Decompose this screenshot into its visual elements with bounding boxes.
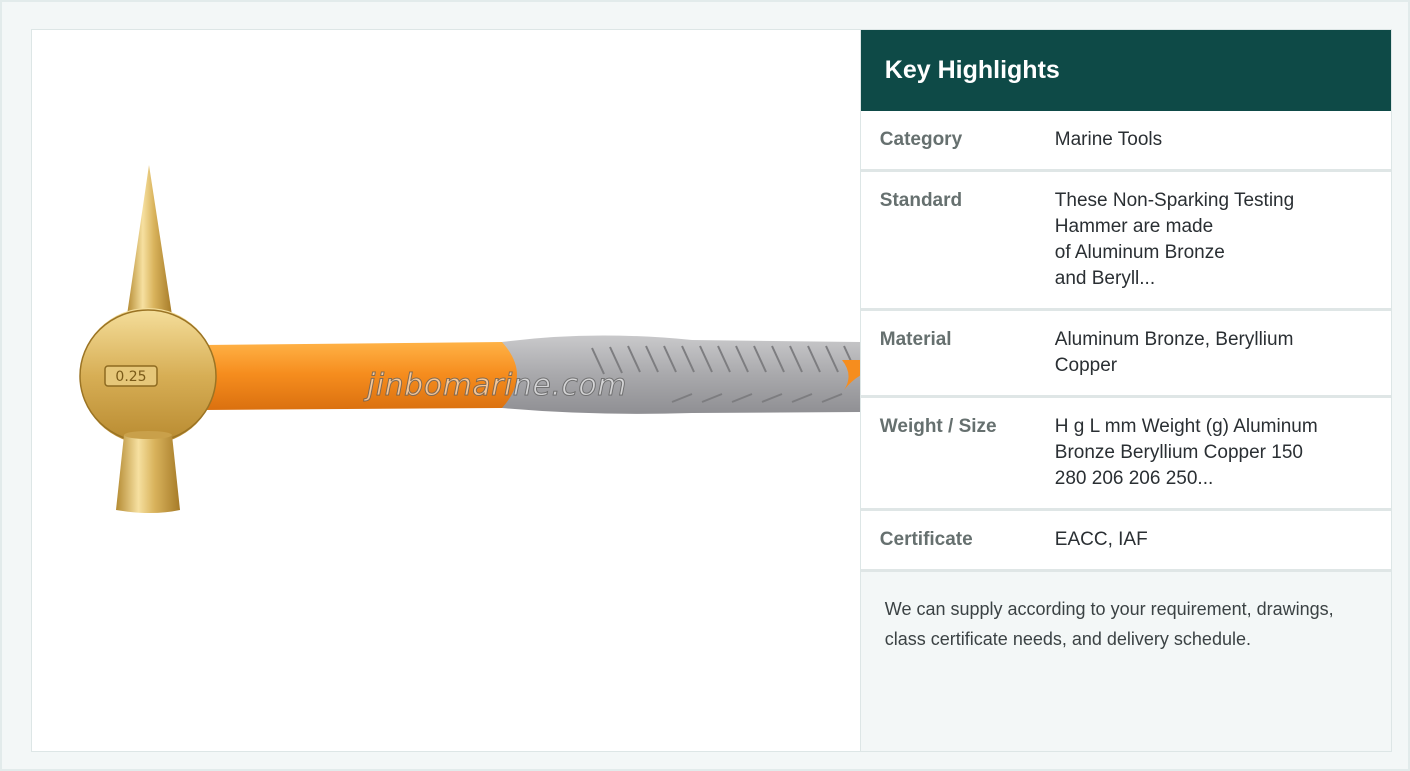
spec-value: These Non-Sparking Testing Hammer are ma…: [1054, 190, 1295, 289]
spec-label: Material: [879, 329, 952, 350]
product-image[interactable]: 0.25 jinbomarine.com: [32, 30, 860, 751]
spec-label: Standard: [879, 190, 963, 211]
spec-label: Category: [879, 129, 963, 150]
spec-row-standard: Standard These Non-Sparking Testing Hamm…: [860, 172, 1391, 311]
supply-note: We can supply according to your requirem…: [860, 572, 1391, 751]
watermark-text: jinbomarine.com: [367, 368, 627, 404]
panel-title: Key Highlights: [884, 56, 1060, 84]
spec-value: EACC, IAF: [1054, 529, 1148, 550]
spec-value: Marine Tools: [1054, 129, 1163, 150]
spec-table: Category Marine Tools Standard These Non…: [860, 111, 1391, 572]
page: 0.25 jinbomarine.com Key Highlights Cate…: [0, 0, 1410, 771]
spec-row-weight-size: Weight / Size H g L mm Weight (g) Alumin…: [860, 398, 1391, 511]
product-card: 0.25 jinbomarine.com Key Highlights Cate…: [31, 29, 1392, 752]
spec-label: Certificate: [879, 529, 973, 550]
spec-row-certificate: Certificate EACC, IAF: [860, 511, 1391, 572]
panel-header: Key Highlights: [860, 30, 1391, 111]
spec-value: H g L mm Weight (g) Aluminum Bronze Bery…: [1054, 416, 1318, 489]
spec-row-category: Category Marine Tools: [860, 111, 1391, 172]
svg-text:0.25: 0.25: [115, 369, 146, 385]
spec-value: Aluminum Bronze, Beryllium Copper: [1054, 329, 1294, 376]
spec-label: Weight / Size: [879, 416, 997, 437]
key-highlights-panel: Key Highlights Category Marine Tools Sta…: [859, 30, 1391, 751]
spec-row-material: Material Aluminum Bronze, Beryllium Copp…: [860, 311, 1391, 398]
